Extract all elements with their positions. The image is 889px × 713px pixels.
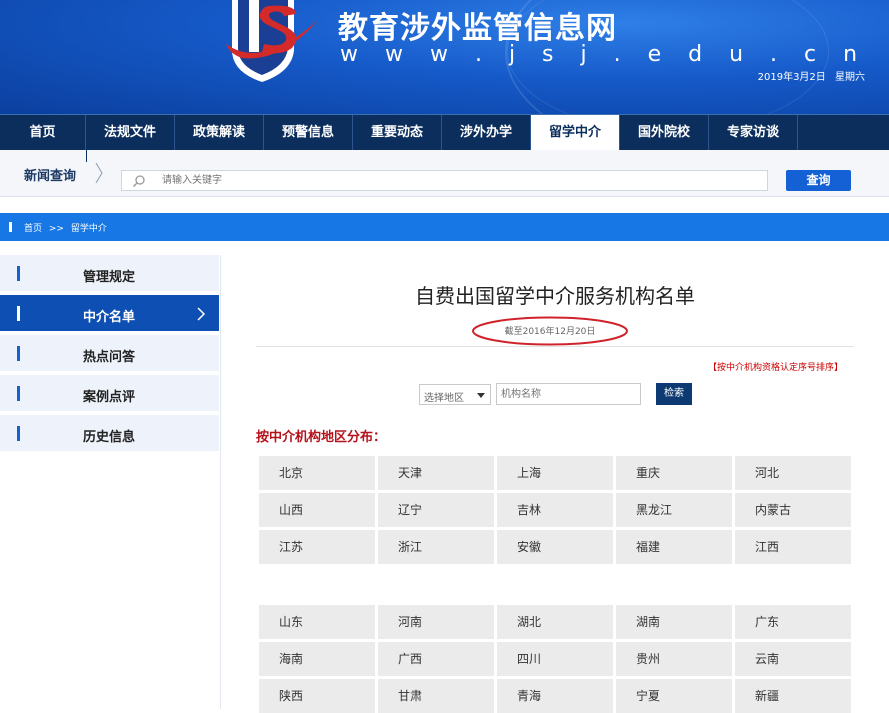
sidebar-item-label: 中介名单: [83, 310, 136, 325]
region-cell[interactable]: 甘肃: [378, 679, 494, 713]
region-cell[interactable]: 贵州: [616, 642, 732, 676]
region-cell[interactable]: 安徽: [497, 530, 613, 564]
breadcrumb-current[interactable]: 留学中介: [71, 224, 107, 234]
main-nav: 首页 法规文件 政策解读 预警信息 重要动态 涉外办学 留学中介 国外院校 专家…: [0, 114, 889, 151]
region-cell[interactable]: 天津: [378, 456, 494, 490]
sidebar-item-marker: [17, 386, 20, 401]
news-search-button[interactable]: 查询: [786, 170, 851, 191]
region-grid-1: 北京 天津 上海 重庆 河北山西 辽宁 吉林 黑龙江 内蒙古江苏 浙江 安徽 福建 江西: [259, 456, 851, 564]
site-logo[interactable]: [222, 0, 322, 84]
region-cell[interactable]: 宁夏: [616, 679, 732, 713]
sidebar: 管理规定 中介名单 热点问答 案例点评 历史信息: [0, 255, 221, 709]
region-cell[interactable]: 广东: [735, 605, 851, 639]
sidebar-item-label: 案例点评: [83, 390, 136, 405]
region-cell[interactable]: 北京: [259, 456, 375, 490]
nav-item-news[interactable]: 重要动态: [353, 115, 442, 151]
org-name-input[interactable]: [496, 383, 641, 405]
as-of-date: 截至2016年12月20日: [471, 316, 629, 346]
region-cell[interactable]: 四川: [497, 642, 613, 676]
news-search-input[interactable]: [162, 171, 752, 190]
region-cell[interactable]: 广西: [378, 642, 494, 676]
as-of-date-text: 截至2016年12月20日: [504, 327, 596, 337]
region-cell[interactable]: 山东: [259, 605, 375, 639]
org-search-button[interactable]: 检索: [656, 383, 692, 405]
breadcrumb: 首页 >> 留学中介: [24, 221, 111, 234]
site-title: 教育涉外监管信息网: [338, 11, 617, 46]
region-grid-2: 山东 河南 湖北 湖南 广东海南 广西 四川 贵州 云南陕西 甘肃 青海 宁夏 新疆: [259, 605, 851, 713]
sidebar-item-label: 历史信息: [83, 430, 136, 445]
divider: [256, 346, 854, 347]
sidebar-item-label: 热点问答: [83, 350, 136, 365]
sidebar-item-history[interactable]: 历史信息: [0, 415, 219, 453]
region-cell[interactable]: 湖南: [616, 605, 732, 639]
region-cell[interactable]: 青海: [497, 679, 613, 713]
region-cell[interactable]: 浙江: [378, 530, 494, 564]
sidebar-item-cases[interactable]: 案例点评: [0, 375, 219, 413]
region-cell[interactable]: 河南: [378, 605, 494, 639]
chevron-right-icon: [197, 307, 206, 321]
sort-order-note: 【按中介机构资格认定序号排序】: [707, 363, 843, 373]
nav-item-interviews[interactable]: 专家访谈: [709, 115, 798, 151]
site-url: w w w . j s j . e d u . c n: [340, 42, 868, 67]
sidebar-item-agency-list[interactable]: 中介名单: [0, 295, 219, 333]
region-cell[interactable]: 河北: [735, 456, 851, 490]
nav-item-home[interactable]: 首页: [0, 115, 86, 151]
region-select[interactable]: 选择地区: [419, 384, 491, 405]
dropdown-arrow-icon: [477, 393, 485, 398]
sidebar-item-label: 管理规定: [83, 270, 136, 285]
header-banner: 教育涉外监管信息网 w w w . j s j . e d u . c n 20…: [0, 0, 889, 114]
divider: [86, 150, 87, 162]
region-cell[interactable]: 黑龙江: [616, 493, 732, 527]
sidebar-item-faq[interactable]: 热点问答: [0, 335, 219, 373]
news-search-box: [121, 170, 768, 191]
region-cell[interactable]: 福建: [616, 530, 732, 564]
region-cell[interactable]: 江西: [735, 530, 851, 564]
sidebar-item-regulations[interactable]: 管理规定: [0, 255, 219, 293]
search-icon: [132, 175, 145, 188]
region-cell[interactable]: 云南: [735, 642, 851, 676]
news-search-label: 新闻查询: [24, 169, 77, 184]
breadcrumb-home[interactable]: 首页: [24, 224, 42, 234]
region-select-value: 选择地区: [424, 393, 464, 404]
region-cell[interactable]: 江苏: [259, 530, 375, 564]
nav-item-foreign-schools[interactable]: 国外院校: [620, 115, 709, 151]
region-cell[interactable]: 辽宁: [378, 493, 494, 527]
nav-item-agencies[interactable]: 留学中介: [531, 115, 620, 151]
region-cell[interactable]: 陕西: [259, 679, 375, 713]
nav-item-policy[interactable]: 政策解读: [175, 115, 264, 151]
region-distribution-heading: 按中介机构地区分布：: [256, 430, 387, 445]
weekday-text: 星期六: [835, 72, 865, 83]
date-display: 2019年3月2日 星期六: [758, 68, 865, 83]
breadcrumb-marker: [9, 222, 12, 232]
sidebar-item-marker: [17, 346, 20, 361]
region-cell[interactable]: 内蒙古: [735, 493, 851, 527]
region-cell[interactable]: 新疆: [735, 679, 851, 713]
nav-item-joint-schools[interactable]: 涉外办学: [442, 115, 531, 151]
region-cell[interactable]: 吉林: [497, 493, 613, 527]
region-cell[interactable]: 山西: [259, 493, 375, 527]
nav-item-warnings[interactable]: 预警信息: [264, 115, 353, 151]
region-cell[interactable]: 重庆: [616, 456, 732, 490]
region-cell[interactable]: 上海: [497, 456, 613, 490]
sidebar-item-marker: [17, 306, 20, 321]
date-text: 2019年3月2日: [757, 72, 826, 83]
chevron-right-icon: [95, 162, 103, 184]
nav-item-regulations[interactable]: 法规文件: [86, 115, 175, 151]
sidebar-item-marker: [17, 266, 20, 281]
region-cell[interactable]: 海南: [259, 642, 375, 676]
region-cell[interactable]: 湖北: [497, 605, 613, 639]
breadcrumb-bar: 首页 >> 留学中介: [0, 213, 889, 241]
page-title: 自费出国留学中介服务机构名单: [415, 284, 695, 308]
breadcrumb-separator: >>: [48, 224, 64, 234]
sidebar-item-marker: [17, 426, 20, 441]
